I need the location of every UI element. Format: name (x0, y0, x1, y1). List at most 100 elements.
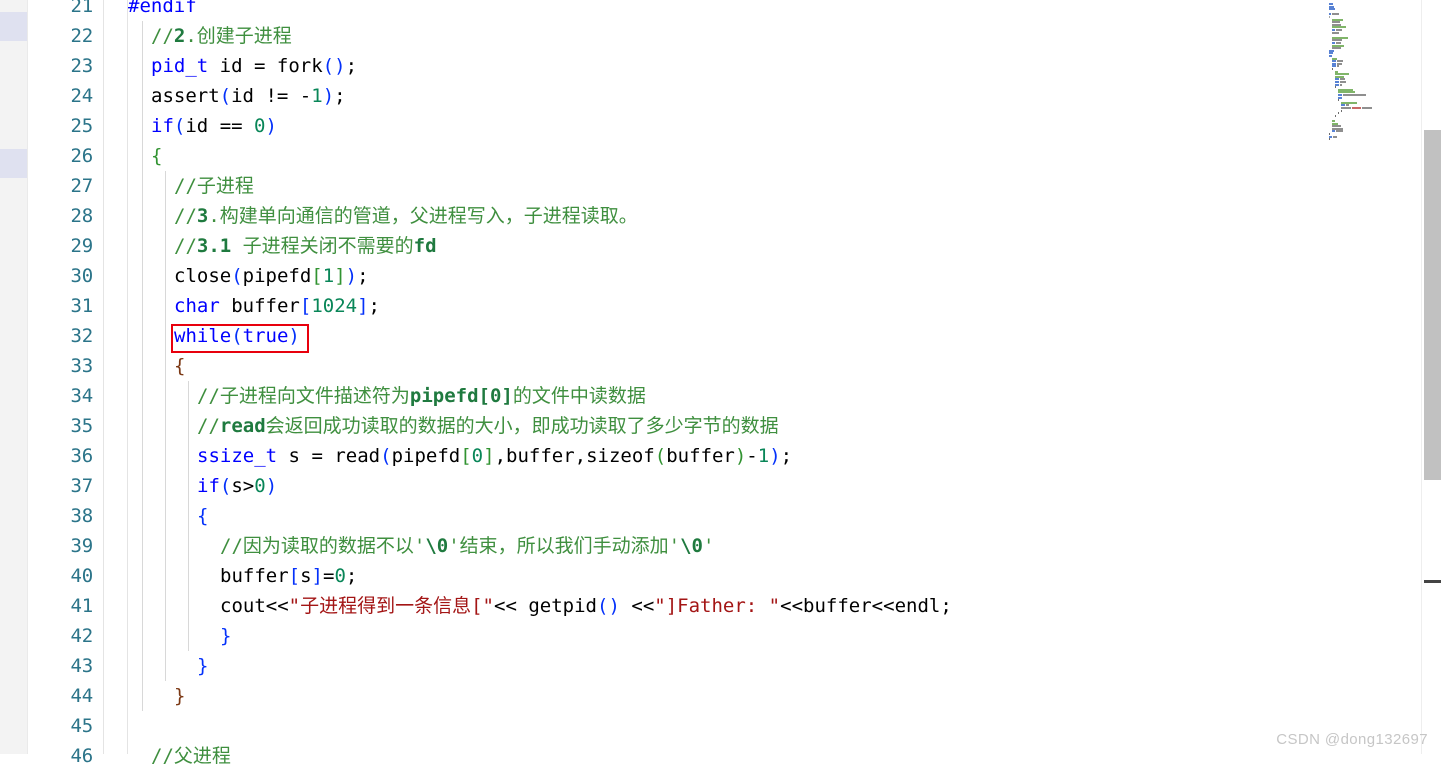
minimap-line-segment (1336, 42, 1341, 44)
code-line-21[interactable]: #endif (128, 0, 197, 21)
line-number-23: 23 (70, 55, 94, 77)
minimap-line-segment (1332, 130, 1335, 132)
code-line-42[interactable]: } (220, 621, 231, 651)
code-line-26[interactable]: { (151, 141, 162, 171)
code-line-39[interactable]: //因为读取的数据不以'\0'结束，所以我们手动添加'\0' (220, 531, 714, 561)
line-number-30: 30 (70, 265, 94, 287)
line-number-27: 27 (70, 175, 94, 197)
decoration-mark-2 (0, 149, 27, 178)
minimap-line-segment (1341, 104, 1345, 106)
gutter-divider-1 (103, 0, 104, 754)
line-number-38: 38 (70, 505, 94, 527)
line-number-35: 35 (70, 415, 94, 437)
code-line-27[interactable]: //子进程 (174, 171, 254, 201)
minimap-line-segment (1329, 8, 1335, 10)
line-number-26: 26 (70, 145, 94, 167)
scrollbar-overview-mark (1424, 580, 1441, 583)
minimap-line-segment (1338, 99, 1339, 101)
minimap-line-segment (1340, 84, 1342, 86)
code-line-32[interactable]: while(true) (174, 321, 300, 351)
code-line-37[interactable]: if(s>0) (197, 471, 277, 501)
indent-guide-1 (142, 21, 143, 711)
code-line-24[interactable]: assert(id != -1); (151, 81, 346, 111)
code-line-22[interactable]: //2.创建子进程 (151, 21, 292, 51)
minimap-line-segment (1346, 104, 1349, 106)
minimap-line-segment (1336, 29, 1342, 31)
vertical-scrollbar-thumb[interactable] (1424, 130, 1441, 480)
minimap-line-segment (1340, 81, 1346, 83)
minimap-line-segment (1329, 55, 1332, 57)
minimap-line-segment (1336, 130, 1343, 132)
line-number-34: 34 (70, 385, 94, 407)
line-number-42: 42 (70, 625, 94, 647)
line-number-32: 32 (70, 325, 94, 347)
minimap[interactable] (1325, 0, 1419, 754)
code-editor[interactable]: 21 22 23 24 25 26 27 28 29 30 31 32 33 34 35 36 37 38 39 40… (0, 0, 1442, 767)
minimap-line-segment (1329, 52, 1333, 54)
minimap-line-segment (1329, 138, 1330, 140)
code-line-38[interactable]: { (197, 501, 208, 531)
code-line-46[interactable]: //父进程 (151, 741, 231, 771)
code-line-28[interactable]: //3.构建单向通信的管道，父进程写入，子进程读取。 (174, 201, 638, 231)
minimap-line-segment (1332, 26, 1346, 28)
line-number-39: 39 (70, 535, 94, 557)
line-number-46: 46 (70, 745, 94, 767)
minimap-line-segment (1335, 81, 1339, 83)
line-number-43: 43 (70, 655, 94, 677)
code-content-area[interactable]: #endif//2.创建子进程 pid_t id = fork(); assert(… (128, 0, 1442, 767)
minimap-line-segment (1341, 107, 1351, 109)
code-line-30[interactable]: close(pipefd[1]); (174, 261, 369, 291)
minimap-line-segment (1332, 47, 1341, 49)
code-line-34[interactable]: //子进程向文件描述符为pipefd[0]的文件中读数据 (197, 381, 646, 411)
minimap-line-segment (1332, 32, 1339, 34)
code-line-41[interactable]: cout<<"子进程得到一条信息["<< getpid() <<"]Father… (220, 591, 952, 621)
minimap-line-segment (1337, 60, 1343, 62)
line-number-25: 25 (70, 115, 94, 137)
minimap-line-segment (1338, 91, 1355, 93)
minimap-line-segment (1329, 13, 1331, 15)
minimap-line-segment (1332, 68, 1333, 70)
minimap-line-segment (1352, 107, 1361, 109)
minimap-line-segment (1329, 16, 1330, 18)
minimap-line-segment (1332, 120, 1335, 122)
watermark-text: CSDN @dong132697 (1276, 731, 1428, 748)
editor-decoration-strip (0, 0, 28, 754)
indent-guide-2 (165, 171, 166, 681)
gutter-divider-2 (127, 0, 128, 754)
minimap-line-segment (1332, 13, 1339, 15)
minimap-line-segment (1335, 86, 1336, 88)
line-number-45: 45 (70, 715, 94, 737)
code-line-29[interactable]: //3.1 子进程关闭不需要的fd (174, 231, 437, 261)
code-line-40[interactable]: buffer[s]=0; (220, 561, 357, 591)
minimap-line-segment (1341, 110, 1342, 112)
minimap-line-segment (1332, 42, 1335, 44)
minimap-line-segment (1332, 125, 1341, 127)
minimap-line-segment (1333, 136, 1337, 138)
code-line-36[interactable]: ssize_t s = read(pipefd[0],buffer,sizeof… (197, 441, 792, 471)
minimap-line-segment (1332, 65, 1336, 67)
minimap-line-segment (1332, 39, 1342, 41)
minimap-line-segment (1337, 65, 1339, 67)
code-line-31[interactable]: char buffer[1024]; (174, 291, 380, 321)
code-line-33[interactable]: { (174, 351, 185, 381)
code-line-23[interactable]: pid_t id = fork(); (151, 51, 357, 81)
minimap-line-segment (1343, 94, 1366, 96)
code-line-25[interactable]: if(id == 0) (151, 111, 277, 141)
minimap-line-segment (1362, 107, 1372, 109)
code-line-44[interactable]: } (174, 681, 185, 711)
minimap-line-segment (1329, 3, 1333, 5)
minimap-line-segment (1332, 29, 1335, 31)
line-number-37: 37 (70, 475, 94, 497)
minimap-line-segment (1332, 60, 1336, 62)
minimap-line-segment (1335, 115, 1336, 117)
indent-guide-3 (188, 381, 189, 651)
minimap-line-segment (1338, 94, 1342, 96)
minimap-line-segment (1340, 78, 1345, 80)
line-number-21: 21 (70, 0, 94, 17)
code-line-43[interactable]: } (197, 651, 208, 681)
line-number-36: 36 (70, 445, 94, 467)
line-number-31: 31 (70, 295, 94, 317)
line-number-gutter: 21 22 23 24 25 26 27 28 29 30 31 32 33 34 35 36 37 38 39 40… (27, 0, 103, 767)
vertical-scrollbar-track[interactable] (1421, 0, 1442, 754)
code-line-35[interactable]: //read会返回成功读取的数据的大小，即成功读取了多少字节的数据 (197, 411, 779, 441)
